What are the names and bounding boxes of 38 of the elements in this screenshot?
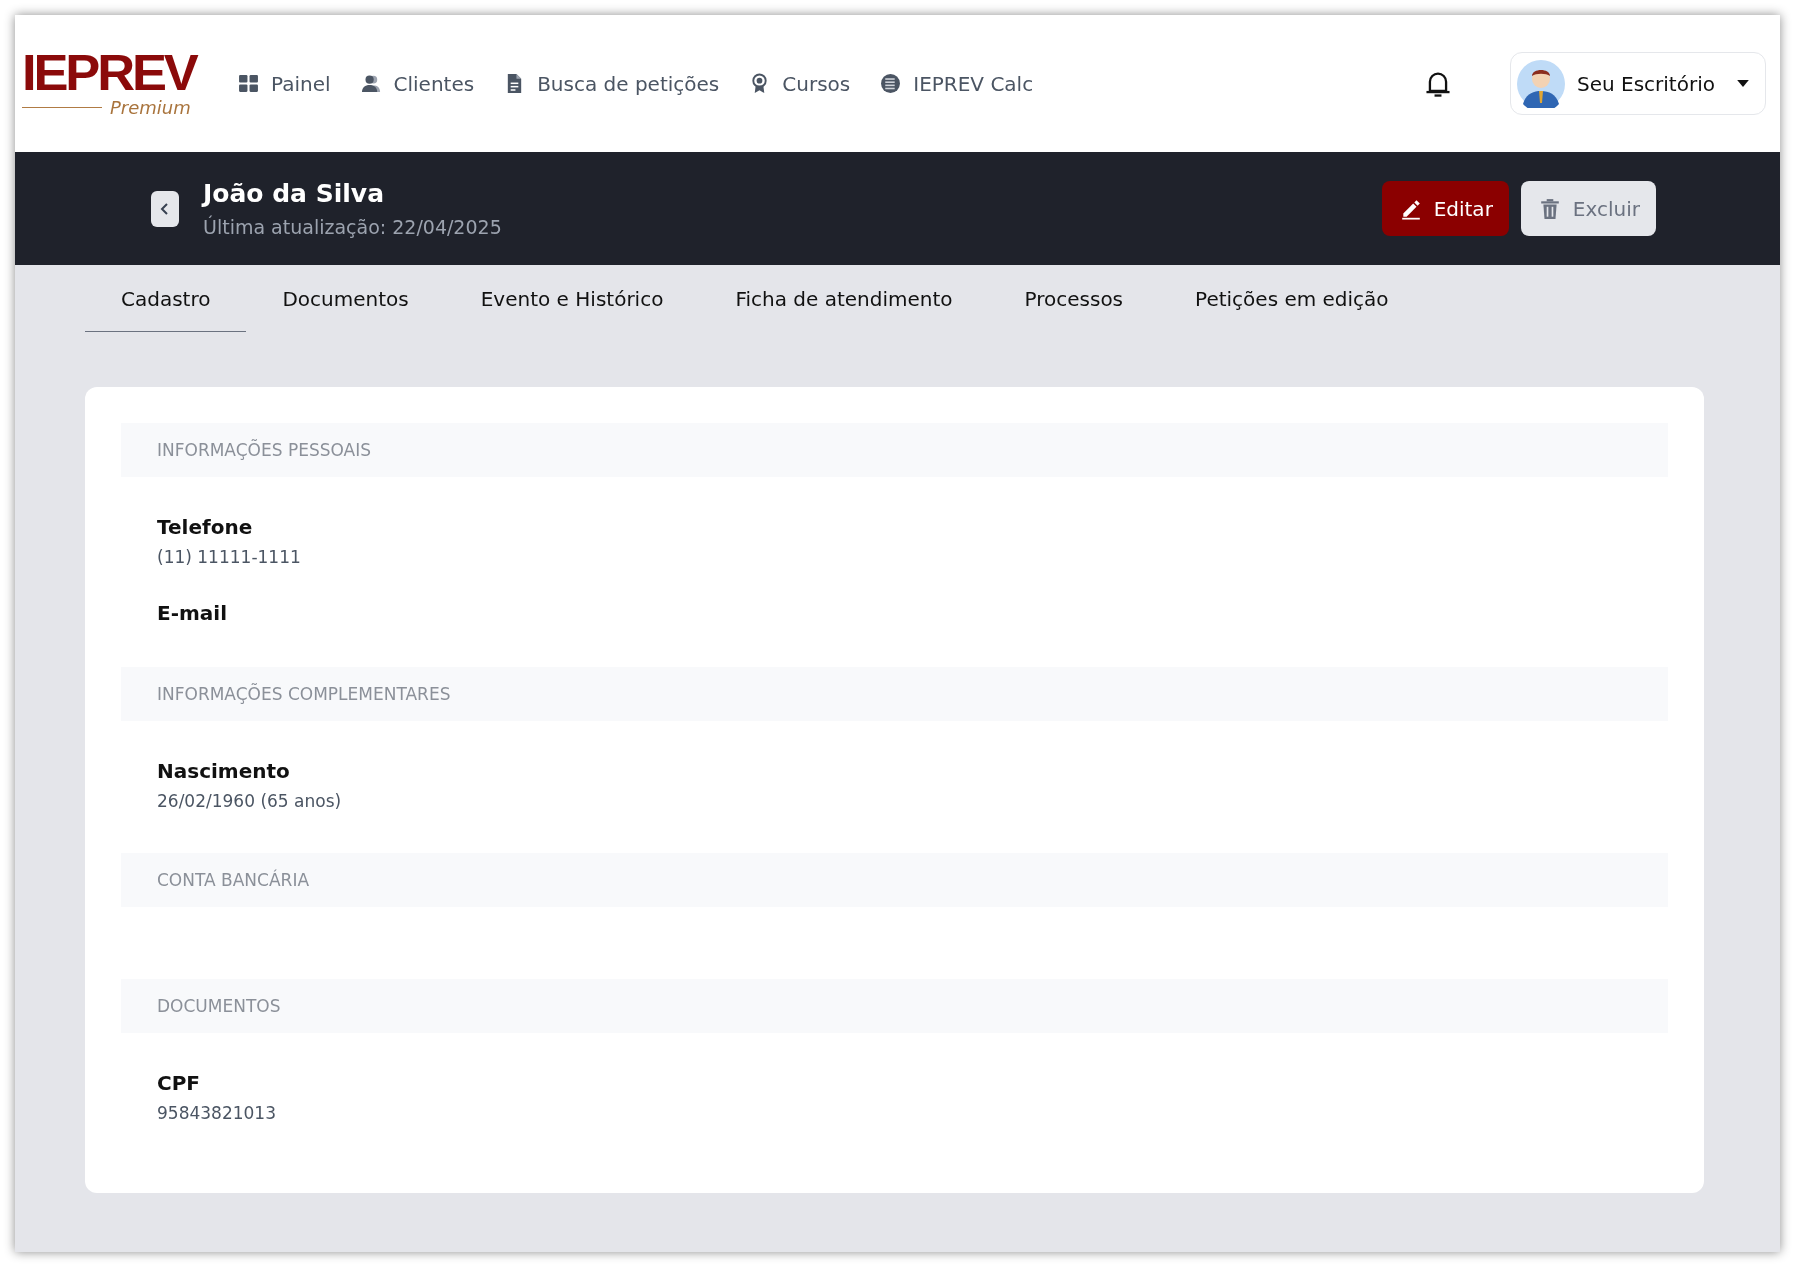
coin-stack-icon [880, 73, 902, 94]
nav-link[interactable]: Clientes [360, 71, 475, 96]
delete-button[interactable]: Excluir [1520, 181, 1656, 236]
tab[interactable]: Ficha de atendimento [699, 287, 989, 332]
back-button[interactable] [151, 190, 179, 227]
field-label: Telefone [157, 515, 254, 539]
logo-tagline: Premium [110, 97, 191, 118]
client-name: João da Silva [203, 179, 385, 208]
tab[interactable]: Petições em edição [1159, 287, 1425, 332]
field-label: CPF [157, 1071, 201, 1095]
nav-link[interactable]: Cursos [749, 71, 851, 96]
pencil-icon [1399, 197, 1422, 220]
tab[interactable]: Cadastro [85, 287, 247, 332]
field-value: 26/02/1960 (65 anos) [157, 791, 343, 811]
users-icon [360, 73, 382, 94]
field-label: Nascimento [157, 759, 291, 783]
grid-icon [238, 73, 259, 94]
logo-wordmark[interactable]: IEPREV [22, 49, 222, 97]
caret-icon [1737, 80, 1749, 87]
field-value: 95843821013 [157, 1103, 277, 1123]
section-title: INFORMAÇÕES PESSOAIS [157, 440, 371, 460]
nav-link[interactable]: Busca de petições [504, 71, 720, 96]
last-updated-text: Última atualização: 22/04/2025 [203, 216, 502, 238]
tab[interactable]: Processos [988, 287, 1160, 332]
section-title: INFORMAÇÕES COMPLEMENTARES [157, 684, 451, 704]
trash-icon [1538, 197, 1561, 220]
tab[interactable]: Documentos [246, 287, 445, 332]
account-menu-button[interactable]: Seu Escritório [1510, 52, 1766, 115]
tab[interactable]: Evento e Histórico [444, 287, 700, 332]
avatar-icon [1517, 59, 1565, 108]
nav-link[interactable]: Painel [238, 71, 331, 96]
section-title: DOCUMENTOS [157, 996, 281, 1016]
edit-button[interactable]: Editar [1381, 181, 1509, 236]
section-title: CONTA BANCÁRIA [157, 870, 310, 890]
field-label: E-mail [157, 601, 228, 625]
nav-link[interactable]: IEPREV Calc [880, 71, 1034, 96]
field-value: (11) 11111-1111 [157, 547, 302, 567]
chevron-left-icon [160, 201, 170, 216]
